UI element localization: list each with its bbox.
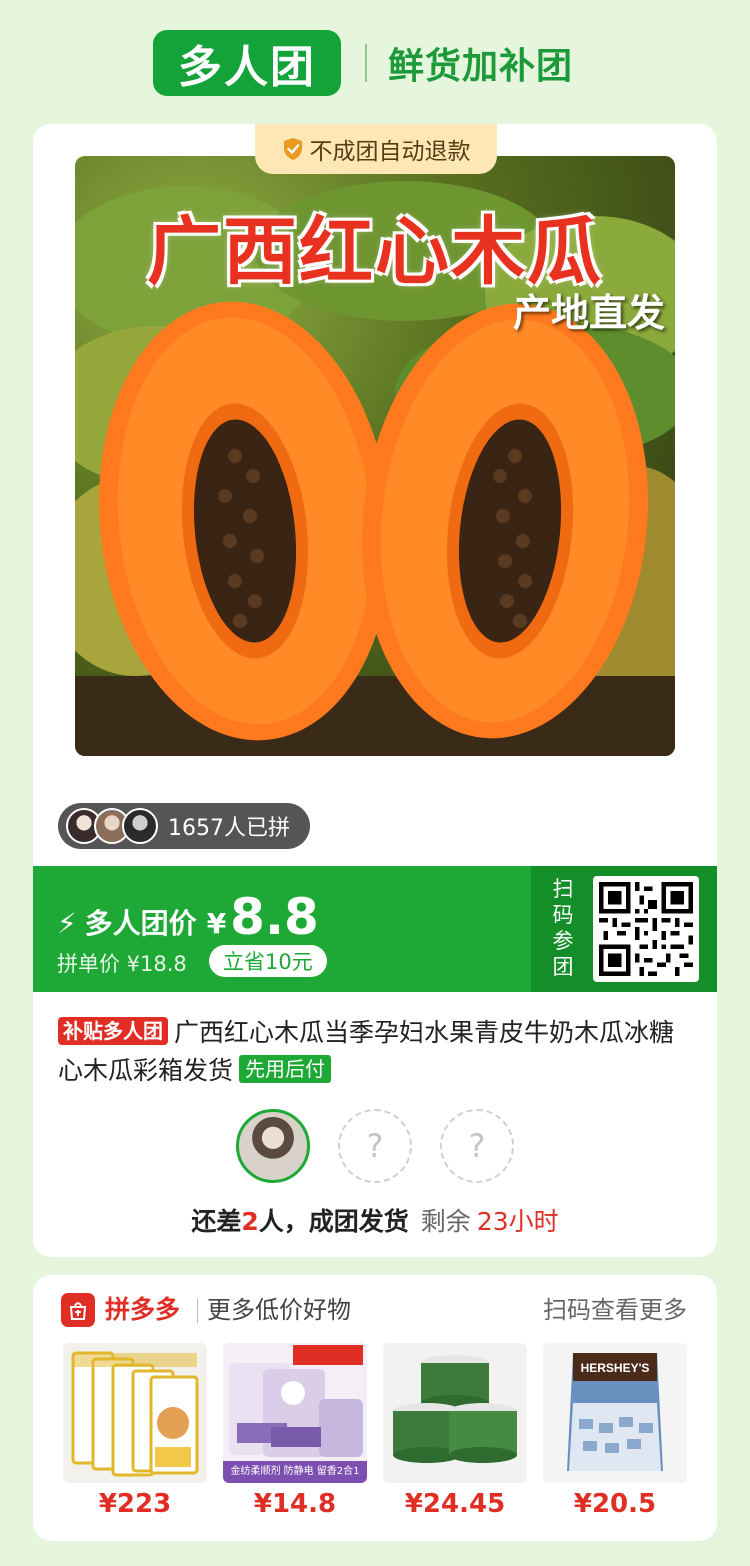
platform-name: 拼多多	[105, 1295, 181, 1324]
original-price: 拼单价 ¥18.8	[57, 952, 187, 976]
lightning-icon: ⚡	[57, 907, 77, 940]
cat-food-bags-icon	[71, 1351, 199, 1477]
remain-time: 23小时	[476, 1207, 559, 1236]
scan-join-panel[interactable]: 扫码参团	[531, 866, 717, 992]
status-count: 2	[241, 1207, 259, 1236]
divider	[197, 1299, 198, 1323]
price-band: ⚡ 多人团价 ¥ 8.8 拼单价 ¥18.8 立省10元 扫码参团	[33, 866, 717, 992]
pinduoduo-logo-icon	[61, 1293, 95, 1327]
qr-code[interactable]	[593, 876, 699, 982]
goods-label: HERSHEY'S	[580, 1361, 650, 1375]
product-image[interactable]: 广西红心木瓜 产地直发	[75, 156, 675, 756]
question-mark-icon: ?	[366, 1127, 384, 1165]
empty-member-slot: ?	[338, 1109, 412, 1183]
more-goods-card: 拼多多 更多低价好物 扫码查看更多 ¥223 金纺柔顺剂 防静电 留香2合1 ¥…	[33, 1275, 717, 1541]
header: 多人团 鲜货加补团	[0, 0, 750, 120]
refund-tag-text: 不成团自动退款	[309, 139, 471, 165]
goods-price: ¥223	[98, 1489, 172, 1519]
remain-label: 剩余	[420, 1207, 471, 1236]
save-badge: 立省10元	[209, 945, 327, 977]
header-subtitle: 鲜货加补团	[388, 46, 574, 87]
scan-more-link[interactable]: 扫码查看更多	[543, 1293, 687, 1327]
group-price: ⚡ 多人团价 ¥ 8.8	[57, 892, 319, 942]
goods-item[interactable]	[63, 1343, 207, 1483]
goods-price: ¥14.8	[253, 1489, 337, 1519]
empty-member-slot: ?	[440, 1109, 514, 1183]
pay-later-badge: 先用后付	[239, 1055, 332, 1083]
goods-item[interactable]: 金纺柔顺剂 防静电 留香2合1	[223, 1343, 367, 1483]
buyers-count: 1657人已拼	[168, 816, 290, 841]
question-mark-icon: ?	[468, 1127, 486, 1165]
qr-code-icon	[599, 882, 693, 976]
scan-join-text: 扫码参团	[552, 877, 574, 979]
goods-price: ¥24.45	[404, 1489, 506, 1519]
more-slogan: 更多低价好物	[207, 1296, 351, 1324]
group-status: 还差2人，成团发货 剩余 23小时	[33, 1202, 717, 1238]
goods-item[interactable]	[383, 1343, 527, 1483]
shopping-bag-icon	[69, 1302, 87, 1320]
group-price-value: 8.8	[230, 888, 319, 946]
refund-tag: 不成团自动退款	[255, 124, 497, 174]
image-subtitle: 产地直发	[512, 291, 665, 335]
brand-logo: 多人团	[153, 30, 341, 96]
status-suffix: 人，成团发货	[258, 1207, 409, 1236]
goods-price: ¥20.5	[573, 1489, 657, 1519]
shield-check-icon	[283, 138, 302, 160]
product-title-block[interactable]: 补贴多人团 广西红心木瓜当季孕妇水果青皮牛奶木瓜冰糖心木瓜彩箱发货 先用后付	[58, 1014, 698, 1090]
product-card[interactable]: 不成团自动退款 广西红心木瓜 产地直发 1657人已拼 ⚡ 多人团价 ¥ 8.8…	[33, 124, 717, 1257]
header-divider	[365, 44, 367, 82]
goods-banner: 金纺柔顺剂 防静电 留香2合1	[230, 1466, 360, 1477]
subsidy-badge: 补贴多人团	[58, 1017, 168, 1045]
goods-item[interactable]: HERSHEY'S	[543, 1343, 687, 1483]
price-currency: ¥	[206, 907, 227, 940]
avatar	[122, 808, 158, 844]
group-member-avatar	[236, 1109, 310, 1183]
green-tea-jars-icon	[393, 1355, 517, 1463]
status-prefix: 还差	[191, 1207, 242, 1236]
buyers-pill: 1657人已拼	[58, 803, 310, 849]
group-price-label: 多人团价	[84, 907, 197, 940]
